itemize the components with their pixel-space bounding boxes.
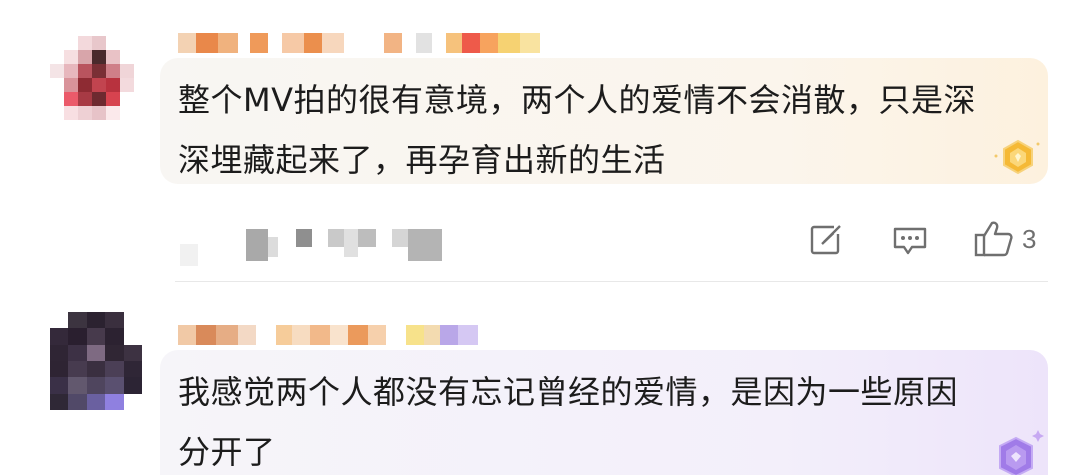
avatar[interactable] bbox=[50, 312, 142, 410]
comment-text: 整个MV拍的很有意境，两个人的爱情不会消散，只是深深埋藏起来了，再孕育出新的生活 bbox=[178, 81, 977, 179]
like-button[interactable]: 3 bbox=[974, 220, 1036, 258]
comment-bubble[interactable]: 我感觉两个人都没有忘记曾经的爱情，是因为一些原因分开了 bbox=[160, 350, 1048, 475]
username[interactable] bbox=[178, 33, 540, 53]
avatar[interactable] bbox=[50, 36, 134, 120]
purple-level-badge-icon bbox=[999, 430, 1044, 475]
username[interactable] bbox=[178, 325, 478, 345]
comment-text: 我感觉两个人都没有忘记曾经的爱情，是因为一些原因分开了 bbox=[178, 373, 959, 471]
divider bbox=[175, 281, 1048, 282]
thumbs-up-icon bbox=[974, 221, 1013, 257]
like-count: 3 bbox=[1022, 223, 1037, 254]
gold-level-badge-icon bbox=[994, 139, 1040, 175]
share-button[interactable] bbox=[810, 224, 844, 256]
share-edit-icon bbox=[810, 224, 844, 255]
comment-bubble[interactable]: 整个MV拍的很有意境，两个人的爱情不会消散，只是深深埋藏起来了，再孕育出新的生活 bbox=[160, 58, 1048, 184]
reply-button[interactable] bbox=[892, 226, 928, 256]
comment-icon bbox=[893, 227, 927, 255]
